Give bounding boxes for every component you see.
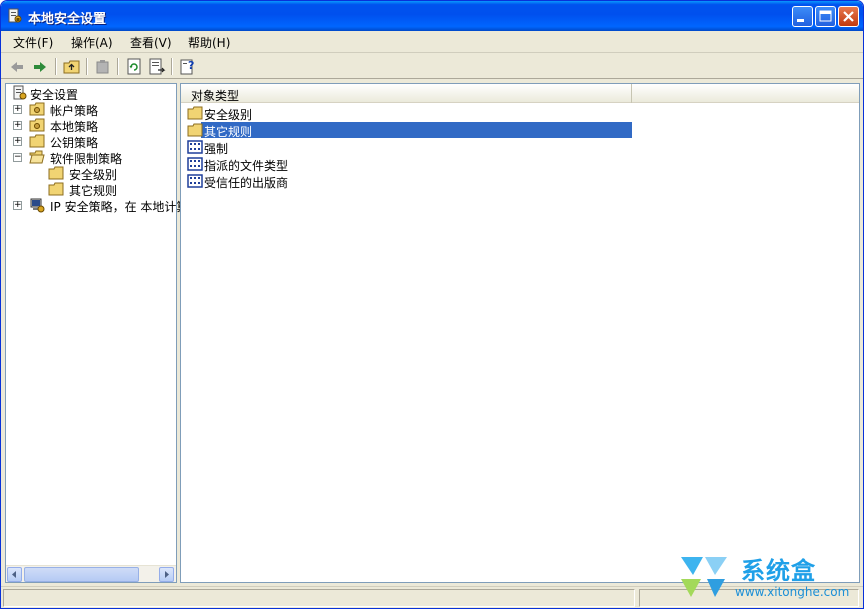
folder-icon	[48, 182, 64, 196]
open-folder-icon	[29, 150, 45, 164]
security-settings-icon	[13, 85, 27, 100]
tree-item-label: 公钥策略	[50, 136, 99, 150]
menu-file[interactable]: 文件(F)	[13, 34, 53, 51]
svg-text:?: ?	[188, 59, 194, 72]
list-item-label: 强制	[204, 142, 229, 156]
watermark-name: 系统盒	[741, 557, 816, 585]
toolbar-separator	[86, 58, 88, 75]
details-pane[interactable]: 对象类型 安全级别 其它规则 强制 指派的文件类型 受信任的出版商	[180, 83, 860, 583]
selection-highlight	[201, 122, 632, 138]
expand-icon[interactable]: +	[13, 137, 22, 146]
app-window: 本地安全设置 文件(F) 操作(A) 查看(V) 帮助(H) ? 安全设置 + …	[0, 0, 864, 609]
folder-icon	[29, 134, 45, 148]
watermark-emblem-icon	[681, 557, 727, 597]
close-icon	[843, 11, 854, 22]
title-bar[interactable]: 本地安全设置	[1, 1, 863, 31]
scroll-right-button[interactable]	[159, 567, 174, 582]
toolbar: ?	[1, 54, 863, 79]
tree-item-label: 帐户策略	[50, 104, 99, 118]
toolbar-separator	[117, 58, 119, 75]
policy-folder-icon	[29, 118, 45, 132]
expand-icon[interactable]: +	[13, 105, 22, 114]
toolbar-separator	[171, 58, 173, 75]
expand-icon[interactable]: +	[13, 121, 22, 130]
tree-item-label: 本地策略	[50, 120, 99, 134]
folder-icon	[187, 106, 203, 120]
column-header: 对象类型	[181, 84, 859, 103]
list-item-label: 受信任的出版商	[204, 176, 289, 190]
ip-security-icon	[30, 198, 45, 213]
collapse-icon[interactable]: −	[13, 153, 22, 162]
close-button[interactable]	[838, 6, 859, 27]
horizontal-scrollbar[interactable]	[6, 565, 176, 582]
tree-item-label: 其它规则	[69, 184, 118, 198]
tree-item-label: 安全级别	[69, 168, 118, 182]
maximize-button[interactable]	[815, 6, 836, 27]
menu-bar: 文件(F) 操作(A) 查看(V) 帮助(H)	[1, 31, 863, 53]
scroll-left-button[interactable]	[7, 567, 22, 582]
menu-view[interactable]: 查看(V)	[130, 34, 172, 51]
scrollbar-thumb[interactable]	[24, 567, 139, 582]
list-item-label: 指派的文件类型	[204, 159, 289, 173]
help-icon[interactable]: ?	[178, 57, 198, 77]
menu-action[interactable]: 操作(A)	[71, 34, 113, 51]
forward-icon[interactable]	[30, 57, 50, 77]
column-object-type[interactable]: 对象类型	[181, 84, 632, 103]
tree-item-label: IP 安全策略，在 本地计算机	[50, 200, 201, 214]
maximize-icon	[819, 10, 832, 22]
refresh-icon[interactable]	[124, 57, 144, 77]
column-label: 对象类型	[191, 89, 240, 103]
security-settings-icon	[8, 8, 22, 23]
watermark-url: www.xitonghe.com	[735, 585, 850, 599]
menu-help[interactable]: 帮助(H)	[188, 34, 230, 51]
status-panel	[3, 589, 635, 607]
policy-icon	[187, 140, 203, 154]
folder-icon	[48, 166, 64, 180]
list-item-label: 其它规则	[203, 122, 255, 139]
policy-icon	[187, 157, 203, 171]
up-folder-icon[interactable]	[62, 57, 82, 77]
arrow-left-icon	[12, 571, 16, 578]
list-item-selected[interactable]: 其它规则	[187, 122, 633, 139]
expand-icon[interactable]: +	[13, 201, 22, 210]
delete-icon[interactable]	[93, 57, 113, 77]
policy-folder-icon	[29, 102, 45, 116]
back-icon[interactable]	[7, 57, 27, 77]
toolbar-separator	[55, 58, 57, 75]
folder-icon	[187, 123, 203, 137]
minimize-icon	[797, 19, 804, 22]
policy-icon	[187, 174, 203, 188]
list-item-label: 安全级别	[204, 108, 253, 122]
tree-pane[interactable]: 安全设置 + 帐户策略 + 本地策略 + 公钥策略 − 软件限制策略 安全级别 …	[5, 83, 200, 583]
minimize-button[interactable]	[792, 6, 813, 27]
export-list-icon[interactable]	[147, 57, 167, 77]
arrow-right-icon	[165, 571, 169, 578]
window-title: 本地安全设置	[28, 12, 107, 27]
watermark-logo: 系统盒 www.xitonghe.com	[673, 549, 859, 605]
